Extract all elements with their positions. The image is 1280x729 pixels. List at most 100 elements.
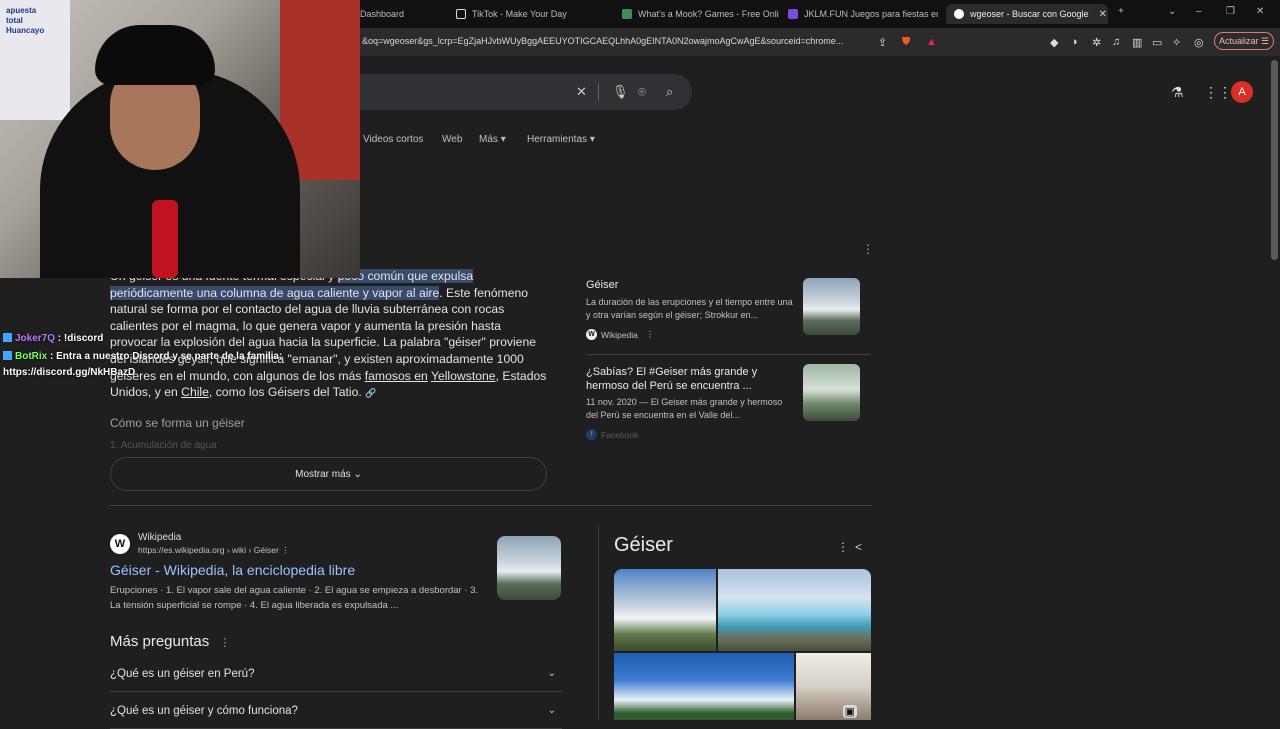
chat-message: Joker7Q : !discord [3, 333, 103, 344]
more-options-icon[interactable]: ⋮ [862, 242, 874, 256]
result-site-name[interactable]: Wikipedia [138, 532, 181, 543]
microphone [152, 200, 178, 278]
question-row[interactable]: ¿Qué es un géiser y cómo funciona? ⌄ [110, 693, 562, 729]
music-icon[interactable]: ♫ [1112, 36, 1120, 48]
chat-text: https://discord.gg/NkHBazD [3, 367, 136, 378]
result-thumbnail[interactable] [497, 536, 561, 600]
image-icon[interactable]: ▣ [842, 705, 857, 718]
card-thumbnail[interactable] [803, 278, 860, 335]
chevron-down-icon: ⌄ [353, 468, 362, 480]
link-yellowstone[interactable]: Yellowstone [431, 369, 496, 383]
tab-label: What's a Mook? Games - Free Onli [638, 9, 779, 19]
update-label: Actualizar [1218, 36, 1259, 46]
show-more-button[interactable]: Mostrar más ⌄ [110, 457, 547, 491]
card-text: La duración de las erupciones y el tiemp… [586, 297, 793, 320]
minimize-icon[interactable]: – [1196, 6, 1202, 17]
wikipedia-icon: W [110, 534, 130, 554]
more-options-icon[interactable]: ⋮ [281, 545, 290, 555]
tab-label: Dashboard [360, 9, 405, 19]
card-title: ¿Sabías? El #Geiser más grande y hermoso… [586, 366, 758, 392]
chat-user: BotRix [15, 351, 48, 362]
google-icon [954, 9, 964, 19]
result-url[interactable]: https://es.wikipedia.org › wiki › Géiser… [138, 545, 290, 556]
brave-rewards-icon[interactable]: ▲ [926, 36, 937, 48]
tab-label: Herramientas [527, 134, 588, 145]
close-window-icon[interactable]: ✕ [1256, 6, 1264, 17]
search-box[interactable]: ✕ 🎙 ⌾ ⌕ [340, 74, 692, 110]
side-card-wikipedia[interactable]: Géiser La duración de las erupciones y e… [575, 270, 871, 354]
url-text[interactable]: &oq=wgeoser&gs_lcrp=EgZjaHJvbWUyBggAEEUY… [362, 36, 843, 46]
chat-text: : !discord [55, 333, 104, 344]
more-options-icon[interactable]: ⋮ [219, 637, 230, 649]
sidebar-icon[interactable]: ▥ [1132, 36, 1142, 49]
restore-icon[interactable]: ❐ [1226, 6, 1235, 17]
clear-icon[interactable]: ✕ [576, 84, 587, 100]
chat-message: https://discord.gg/NkHBazD [3, 367, 135, 378]
tab-label: TikTok - Make Your Day [472, 9, 567, 19]
knowledge-panel-title: Géiser [614, 534, 673, 556]
new-tab-icon[interactable]: + [1118, 6, 1124, 17]
microphone-icon[interactable]: 🎙 [612, 84, 629, 100]
tiktok-icon [456, 9, 466, 19]
more-options-icon[interactable]: ⋮ [837, 540, 849, 554]
result-description: Erupciones · 1. El vapor sale del agua c… [110, 585, 479, 611]
card-title: Géiser [586, 279, 619, 291]
chat-badge-icon [3, 333, 12, 342]
avatar[interactable]: A [1231, 81, 1253, 103]
tab-herramientas[interactable]: Herramientas ▾ [527, 134, 595, 145]
share-icon[interactable]: ⇪ [878, 36, 887, 49]
update-button[interactable]: Actualizar ☰ [1214, 32, 1274, 50]
tab-web[interactable]: Web [442, 134, 462, 145]
ai-icon[interactable]: ✧ [1172, 36, 1181, 49]
result-title-link[interactable]: Géiser - Wikipedia, la enciclopedia libr… [110, 562, 355, 578]
search-icon[interactable]: ⌕ [666, 84, 673, 100]
knowledge-image[interactable] [614, 569, 716, 651]
lens-icon[interactable]: ⌾ [638, 84, 646, 100]
side-card-facebook[interactable]: ¿Sabías? El #Geiser más grande y hermoso… [575, 356, 871, 440]
apps-grid-icon[interactable]: ⋮⋮ [1204, 84, 1232, 101]
sign-text: apuesta [6, 6, 37, 15]
tab-label: Más [479, 134, 498, 145]
tab-google-search[interactable]: wgeoser - Buscar con Google ✕ [946, 4, 1108, 24]
more-options-icon[interactable]: ⋮ [646, 329, 655, 340]
tab-search-chevron-icon[interactable]: ⌄ [1168, 6, 1176, 17]
heading-text: Más preguntas [110, 633, 210, 650]
link-icon[interactable]: 🔗 [365, 388, 376, 398]
question-row[interactable]: ¿Qué es un géiser en Perú? ⌄ [110, 656, 562, 692]
knowledge-image[interactable] [614, 653, 794, 720]
card-text: 11 nov. 2020 — El Geiser más grande y he… [586, 397, 783, 420]
tab-mook-games[interactable]: What's a Mook? Games - Free Onli [622, 4, 780, 24]
divider [598, 83, 599, 101]
knowledge-diagram-image[interactable]: ▣ [796, 653, 871, 720]
card-thumbnail[interactable] [803, 364, 860, 421]
scrollbar[interactable] [1271, 60, 1278, 260]
chat-message: BotRix : Entra a nuestro Discord y se pa… [3, 351, 282, 362]
tab-jklm[interactable]: JKLM.FUN Juegos para fiestas en P [788, 4, 938, 24]
link-famosos[interactable]: famosos en [365, 369, 428, 383]
streamer-hair [95, 25, 215, 85]
snippet-highlight: periódicamente una columna de agua calie… [110, 285, 440, 300]
tab-dashboard[interactable]: Dashboard [360, 4, 450, 24]
chevron-down-icon: ⌄ [547, 705, 556, 716]
faded-list-item: 1. Acumulación de agua [110, 440, 217, 451]
result-url-text: https://es.wikipedia.org › wiki › Géiser [138, 545, 279, 555]
divider [598, 525, 599, 720]
mook-icon [622, 9, 632, 19]
close-tab-icon[interactable]: ✕ [1089, 9, 1107, 20]
tab-tiktok[interactable]: TikTok - Make Your Day [456, 4, 616, 24]
link-chile[interactable]: Chile [181, 385, 209, 399]
tab-videos-cortos[interactable]: Videos cortos [363, 134, 423, 145]
brave-shield-icon[interactable]: ⛊ [902, 36, 910, 49]
share-icon[interactable]: < [855, 540, 862, 554]
puzzle-icon[interactable]: ✲ [1092, 36, 1101, 49]
labs-icon[interactable]: ⚗ [1171, 84, 1184, 101]
sign-text: Huancayo [6, 26, 45, 35]
show-more-label: Mostrar más [295, 468, 351, 480]
wallet-icon[interactable]: ▭ [1152, 36, 1162, 49]
extension-icon[interactable]: ◗ [1072, 36, 1079, 48]
tab-mas[interactable]: Más ▾ [479, 134, 506, 145]
tab-label: wgeoser - Buscar con Google [970, 9, 1089, 19]
knowledge-image[interactable] [718, 569, 871, 651]
extension-icon[interactable]: ◆ [1050, 36, 1058, 49]
vpn-icon[interactable]: ◎ [1194, 36, 1204, 49]
